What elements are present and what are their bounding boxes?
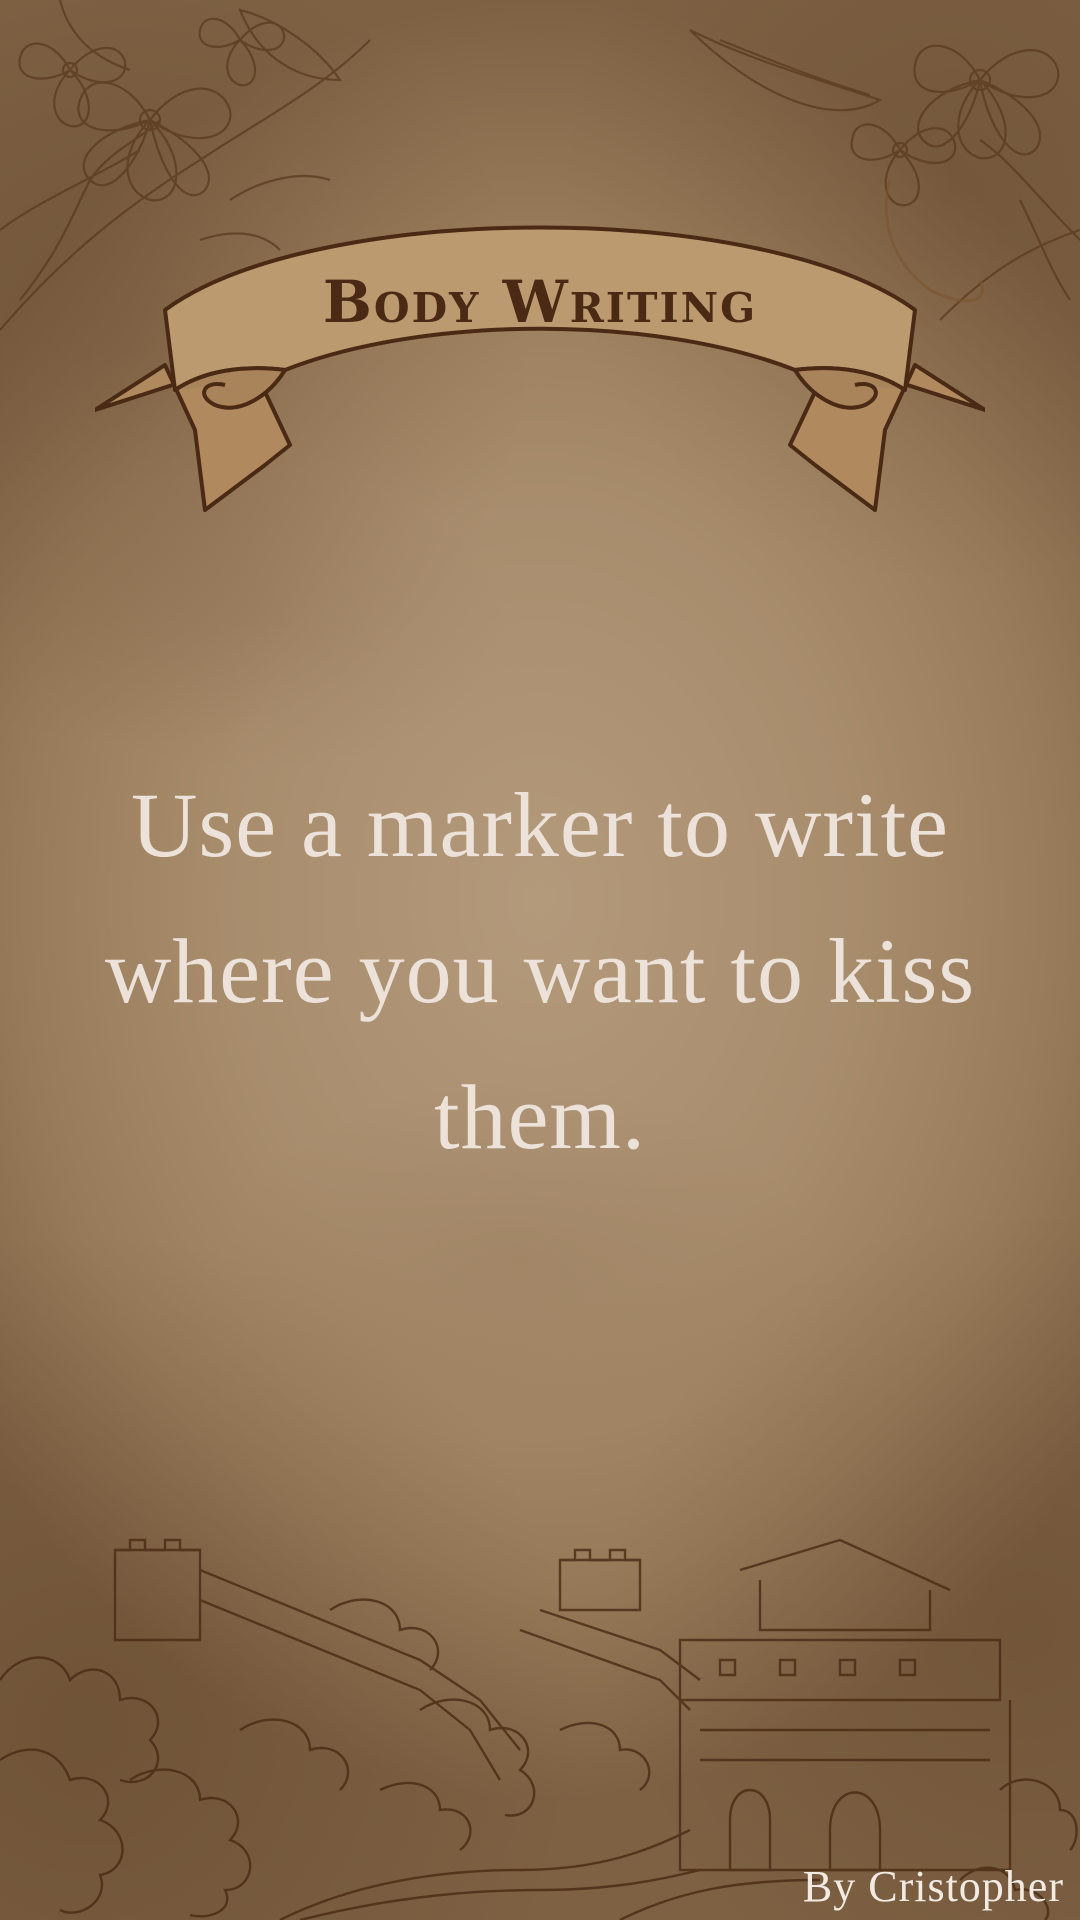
author-credit: By Cristopher — [802, 1862, 1064, 1911]
page-title: Body Writing — [322, 268, 758, 336]
prompt-card: Body Writing Use a marker to write where… — [0, 0, 1080, 1920]
ribbon-banner-icon — [95, 225, 985, 512]
prompt-text: Use a marker to write where you want to … — [104, 774, 976, 1168]
